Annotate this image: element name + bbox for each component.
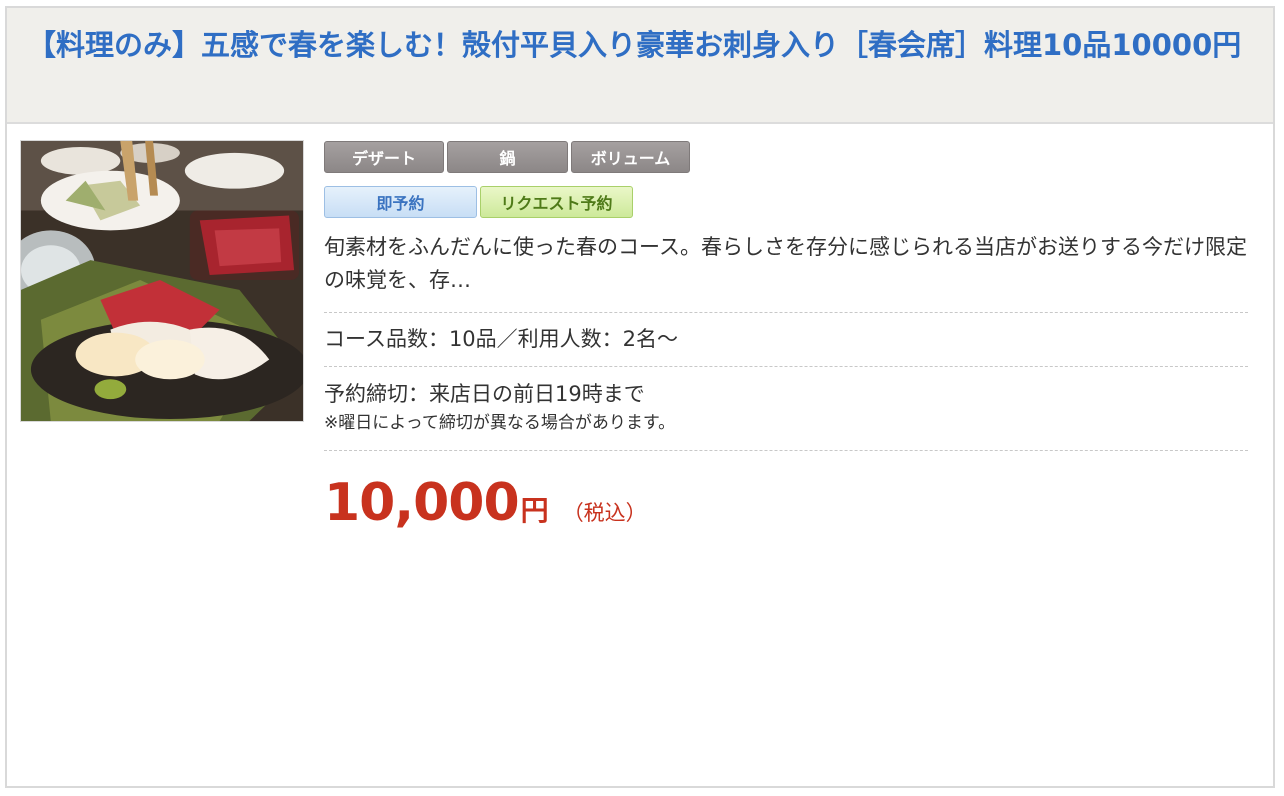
tag-hotpot: 鍋 <box>447 141 568 173</box>
course-photo[interactable] <box>20 140 304 422</box>
deadline-block: 予約締切：来店日の前日19時まで ※曜日によって締切が異なる場合があります。 <box>324 367 1248 451</box>
tag-volume: ボリューム <box>571 141 690 173</box>
price-value: 10,000 <box>324 473 520 533</box>
tag-request-booking: リクエスト予約 <box>480 186 633 218</box>
course-info: コース品数：10品／利用人数：2名〜 <box>324 313 1248 367</box>
plan-description: 旬素材をふんだんに使った春のコース。春らしさを存分に感じられる当店がお送りする今… <box>324 231 1248 313</box>
price-row: 10,000 円 （税込） <box>324 473 1248 533</box>
category-tags: デザート 鍋 ボリューム <box>324 141 1248 173</box>
plan-details: デザート 鍋 ボリューム 即予約 リクエスト予約 旬素材をふんだんに使った春のコ… <box>324 141 1248 533</box>
course-photo-image <box>21 141 303 421</box>
price-unit: 円 <box>520 494 549 527</box>
plan-title-bar: 【料理のみ】五感で春を楽しむ！殻付平貝入り豪華お刺身入り［春会席］料理10品10… <box>7 8 1273 124</box>
deadline-note: ※曜日によって締切が異なる場合があります。 <box>324 413 676 433</box>
booking-deadline: 予約締切：来店日の前日19時まで <box>324 382 645 406</box>
plan-title-link[interactable]: 【料理のみ】五感で春を楽しむ！殻付平貝入り豪華お刺身入り［春会席］料理10品10… <box>27 22 1253 69</box>
tax-label: （税込） <box>562 501 647 525</box>
booking-tags: 即予約 リクエスト予約 <box>324 186 1248 218</box>
tag-instant-booking: 即予約 <box>324 186 477 218</box>
tag-dessert: デザート <box>324 141 444 173</box>
